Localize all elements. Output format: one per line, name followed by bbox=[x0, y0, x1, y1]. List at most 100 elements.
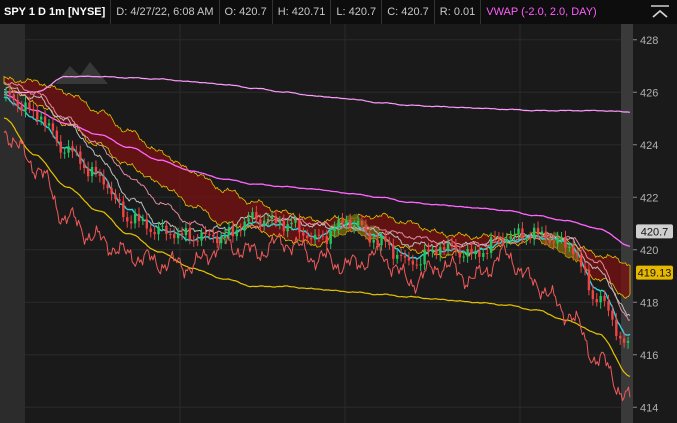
candle-body bbox=[532, 227, 536, 240]
premarket-shade-right bbox=[621, 24, 633, 423]
candle-body bbox=[435, 249, 438, 255]
candle-body bbox=[364, 225, 368, 234]
candle-body bbox=[102, 175, 105, 185]
price-chart[interactable]: 428 426 424 422 420 418 416 414 420.7 419.13 bbox=[0, 24, 677, 423]
candle-body bbox=[470, 249, 473, 255]
candle-body bbox=[572, 246, 575, 255]
candle-body bbox=[446, 243, 450, 250]
candle-body bbox=[372, 239, 375, 243]
date-readout: D: 4/27/22, 6:08 AM bbox=[111, 0, 220, 24]
candle-body bbox=[28, 102, 31, 109]
candle-body bbox=[493, 237, 497, 239]
candle-body bbox=[286, 224, 289, 232]
candle-body bbox=[90, 166, 94, 177]
candle-body bbox=[278, 220, 282, 223]
candle-body bbox=[356, 220, 360, 226]
candle-body bbox=[497, 237, 501, 239]
candle-body bbox=[294, 220, 297, 223]
y-tick-418: 418 bbox=[640, 297, 658, 309]
candle-body bbox=[540, 231, 544, 234]
candle-body bbox=[419, 264, 422, 266]
candle-body bbox=[560, 237, 563, 239]
candle-body bbox=[439, 247, 442, 255]
candle-body bbox=[290, 222, 293, 225]
candle-body bbox=[39, 116, 43, 120]
candle-body bbox=[114, 194, 117, 200]
candle-body bbox=[341, 219, 344, 224]
candle-body bbox=[98, 172, 102, 176]
candle-body bbox=[204, 232, 207, 235]
candle-body bbox=[243, 221, 246, 231]
candle-body bbox=[302, 232, 305, 236]
candle-body bbox=[86, 168, 90, 177]
candle-body bbox=[622, 338, 626, 343]
candle-body bbox=[247, 218, 250, 222]
y-tick-426: 426 bbox=[640, 87, 658, 99]
candle-body bbox=[478, 250, 481, 257]
candle-body bbox=[165, 225, 168, 234]
candle-body bbox=[548, 238, 551, 243]
candle-body bbox=[274, 216, 278, 223]
collapse-chevron-icon[interactable] bbox=[649, 4, 671, 20]
candle-body bbox=[321, 235, 325, 237]
candle-body bbox=[176, 233, 180, 239]
candle-body bbox=[129, 221, 133, 224]
candle-body bbox=[599, 295, 602, 303]
candle-body bbox=[20, 106, 23, 111]
range-readout: R: 0.01 bbox=[435, 0, 482, 24]
candle-body bbox=[313, 234, 317, 240]
candle-body bbox=[75, 151, 78, 153]
candle-body bbox=[399, 254, 403, 256]
current-price-label: 420.7 bbox=[636, 224, 673, 239]
candle-body bbox=[575, 254, 579, 256]
candle-body bbox=[415, 264, 418, 266]
candle-body bbox=[521, 228, 524, 239]
y-tick-428: 428 bbox=[640, 35, 658, 47]
candle-body bbox=[32, 108, 35, 112]
candle-body bbox=[219, 237, 223, 244]
candle-body bbox=[270, 216, 274, 219]
candle-body bbox=[259, 219, 262, 226]
candle-body bbox=[337, 219, 340, 228]
candle-body bbox=[79, 151, 82, 164]
candle-body bbox=[169, 233, 172, 235]
candle-body bbox=[317, 234, 321, 236]
candle-body bbox=[345, 220, 348, 224]
candle-body bbox=[12, 94, 15, 101]
candle-body bbox=[423, 249, 426, 265]
vwap-study-label[interactable]: VWAP (-2.0, 2.0, DAY) bbox=[481, 0, 601, 24]
candle-body bbox=[333, 227, 336, 232]
candle-body bbox=[153, 232, 156, 235]
candle-body bbox=[564, 237, 567, 248]
candle-body bbox=[184, 227, 188, 236]
candle-body bbox=[4, 91, 8, 95]
candle-body bbox=[149, 228, 152, 233]
candle-body bbox=[306, 235, 309, 239]
candle-body bbox=[71, 146, 74, 152]
candle-body bbox=[349, 220, 352, 228]
symbol-label[interactable]: SPY 1 D 1m [NYSE] bbox=[0, 0, 112, 24]
candle-body bbox=[145, 219, 149, 229]
candle-body bbox=[466, 249, 469, 257]
candle-body bbox=[325, 236, 328, 244]
candle-body bbox=[626, 341, 630, 343]
candle-body bbox=[509, 236, 512, 239]
candle-body bbox=[513, 234, 516, 237]
candle-body bbox=[106, 184, 109, 189]
candle-body bbox=[352, 225, 356, 228]
current-price-text: 420.7 bbox=[641, 226, 669, 238]
candle-body bbox=[505, 238, 508, 242]
open-readout: O: 420.7 bbox=[220, 0, 273, 24]
candle-body bbox=[216, 236, 219, 244]
candle-body bbox=[172, 234, 176, 239]
candle-body bbox=[51, 123, 55, 131]
candle-body bbox=[282, 220, 285, 232]
candle-body bbox=[611, 310, 614, 320]
candle-body bbox=[157, 226, 160, 235]
candle-body bbox=[235, 229, 238, 237]
candle-body bbox=[587, 269, 591, 291]
candle-body bbox=[83, 163, 86, 169]
y-tick-424: 424 bbox=[640, 140, 658, 152]
candle-body bbox=[376, 239, 379, 246]
candle-body bbox=[529, 238, 532, 240]
